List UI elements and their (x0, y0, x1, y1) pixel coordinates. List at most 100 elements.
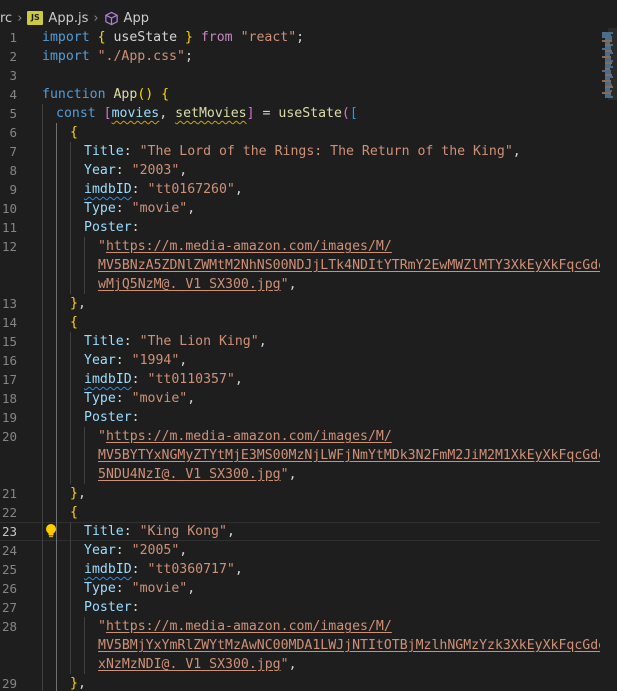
code-token: Year (84, 543, 116, 558)
code-text: MV5BNzA5ZDNlZWMtM2NhNS00NDJjLTk4NDItYTRm… (98, 256, 600, 275)
code-text: { (70, 503, 78, 522)
code-line[interactable]: 17 imdbID: "tt0110357", (0, 370, 600, 389)
indent-guide (42, 503, 43, 522)
indent-guide (70, 408, 71, 427)
indent-guide (84, 655, 85, 674)
line-number: 17 (1, 372, 17, 387)
code-line[interactable]: MV5BMjYxYmRlZWYtMzAwNC00MDA1LWJjNTItOTBj… (0, 636, 600, 655)
code-line[interactable]: 8 Year: "2003", (0, 161, 600, 180)
code-text: "https://m.media-amazon.com/images/M/ (98, 617, 392, 636)
indent-guide (42, 522, 43, 541)
indent-guide (56, 465, 57, 484)
code-token: , (179, 543, 188, 558)
code-line[interactable]: 5NDU4NzI@._V1_SX300.jpg", (0, 465, 600, 484)
indent-guide (56, 598, 57, 617)
cube-icon (104, 11, 119, 26)
line-number: 16 (1, 353, 17, 368)
code-line[interactable]: 10 Type: "movie", (0, 199, 600, 218)
indent-guide (56, 256, 57, 275)
code-line[interactable]: 21}, (0, 484, 600, 503)
code-line[interactable]: 18 Type: "movie", (0, 389, 600, 408)
code-token: } (70, 676, 78, 691)
code-line[interactable]: 4 function App() { (0, 85, 600, 104)
code-line[interactable]: 19 Poster: (0, 408, 600, 427)
code-line[interactable]: MV5BYTYxNGMyZTYtMjE3MS00MzNjLWFjNmYtMDk3… (0, 446, 600, 465)
indent-guide (42, 674, 43, 691)
code-token: MV5BYTYxNGMyZTYtMjE3MS00MzNjLWFjNmYtMDk3… (98, 448, 600, 463)
indent-guide (42, 465, 43, 484)
code-text: xNzMzNDI@._V1_SX300.jpg", (98, 655, 297, 674)
line-number: 5 (9, 106, 17, 121)
code-text: Year: "1994", (84, 351, 187, 370)
code-line[interactable]: 2 import "./App.css"; (0, 47, 600, 66)
indent-guide (70, 351, 71, 370)
code-line[interactable]: 22 { (0, 503, 600, 522)
indent-guide (56, 275, 57, 294)
code-token: wMjQ5NzM@._V1_SX300.jpg (98, 277, 281, 292)
code-token: "The Lord of the Rings: The Return of th… (139, 144, 513, 159)
code-line[interactable]: 6{ (0, 123, 600, 142)
code-token: "tt0110357" (147, 372, 235, 387)
code-line[interactable]: 27 Poster: (0, 598, 600, 617)
indent-guide (42, 427, 43, 446)
code-line[interactable]: 1 import { useState } from "react"; (0, 28, 600, 47)
code-line[interactable]: 11 Poster: (0, 218, 600, 237)
code-token: MV5BMjYxYmRlZWYtMzAwNC00MDA1LWJjNTItOTBj… (98, 638, 600, 653)
code-line[interactable]: xNzMzNDI@._V1_SX300.jpg", (0, 655, 600, 674)
code-line[interactable]: 29}, (0, 674, 600, 691)
code-line[interactable]: 5 const [movies, setMovies] = useState([ (0, 104, 600, 123)
code-token: const (56, 106, 96, 121)
code-token: , (258, 334, 267, 349)
indent-guide (70, 465, 71, 484)
code-line[interactable]: 26 Type: "movie", (0, 579, 600, 598)
code-token: : (115, 391, 132, 406)
code-text: Title: "The Lord of the Rings: The Retur… (84, 142, 521, 161)
indent-guide (84, 275, 85, 294)
indent-guide (70, 636, 71, 655)
minimap[interactable] (602, 28, 617, 108)
indent-guide (84, 636, 85, 655)
code-token: " (98, 429, 106, 444)
code-token: , (234, 372, 243, 387)
code-token: https://m.media-amazon.com/images/M/ (105, 619, 392, 634)
code-line[interactable]: 28 "https://m.media-amazon.com/images/M/ (0, 617, 600, 636)
indent-guide (56, 370, 57, 389)
code-text: }, (70, 484, 86, 503)
indent-guide (56, 503, 57, 522)
code-line[interactable]: 23 Title: "King Kong", (0, 522, 600, 541)
code-line[interactable]: wMjQ5NzM@._V1_SX300.jpg", (0, 275, 600, 294)
code-text: Poster: (84, 598, 140, 617)
code-line[interactable]: 7 Title: "The Lord of the Rings: The Retu… (0, 142, 600, 161)
line-number: 12 (1, 239, 17, 254)
line-number: 11 (1, 220, 17, 235)
code-line[interactable]: 12 "https://m.media-amazon.com/images/M/ (0, 237, 600, 256)
code-token: , (159, 106, 176, 121)
indent-guide (42, 370, 43, 389)
code-line[interactable]: 9 imdbID: "tt0167260", (0, 180, 600, 199)
code-editor[interactable]: 1 import { useState } from "react"; 2 impor… (0, 28, 600, 691)
code-line[interactable]: MV5BNzA5ZDNlZWMtM2NhNS00NDJjLTk4NDItYTRm… (0, 256, 600, 275)
indent-guide (70, 180, 71, 199)
code-text: Poster: (84, 218, 140, 237)
indent-guide (56, 199, 57, 218)
code-line[interactable]: 13}, (0, 294, 600, 313)
code-line[interactable]: 20 "https://m.media-amazon.com/images/M/ (0, 427, 600, 446)
line-number: 28 (1, 619, 17, 634)
code-line[interactable]: 3 (0, 66, 600, 85)
indent-guide (84, 427, 85, 446)
indent-guide (70, 655, 71, 674)
breadcrumb-folder[interactable]: rc (0, 11, 12, 26)
breadcrumb-file[interactable]: App.js (48, 11, 88, 26)
code-line[interactable]: 16 Year: "1994", (0, 351, 600, 370)
code-line[interactable]: 14 { (0, 313, 600, 332)
indent-guide (42, 617, 43, 636)
code-line[interactable]: 24 Year: "2005", (0, 541, 600, 560)
code-line[interactable]: 25 imdbID: "tt0360717", (0, 560, 600, 579)
breadcrumb-symbol[interactable]: App (124, 11, 149, 26)
line-number: 6 (9, 125, 17, 140)
code-line[interactable]: 15 Title: "The Lion King", (0, 332, 600, 351)
code-token: "tt0360717" (147, 562, 235, 577)
